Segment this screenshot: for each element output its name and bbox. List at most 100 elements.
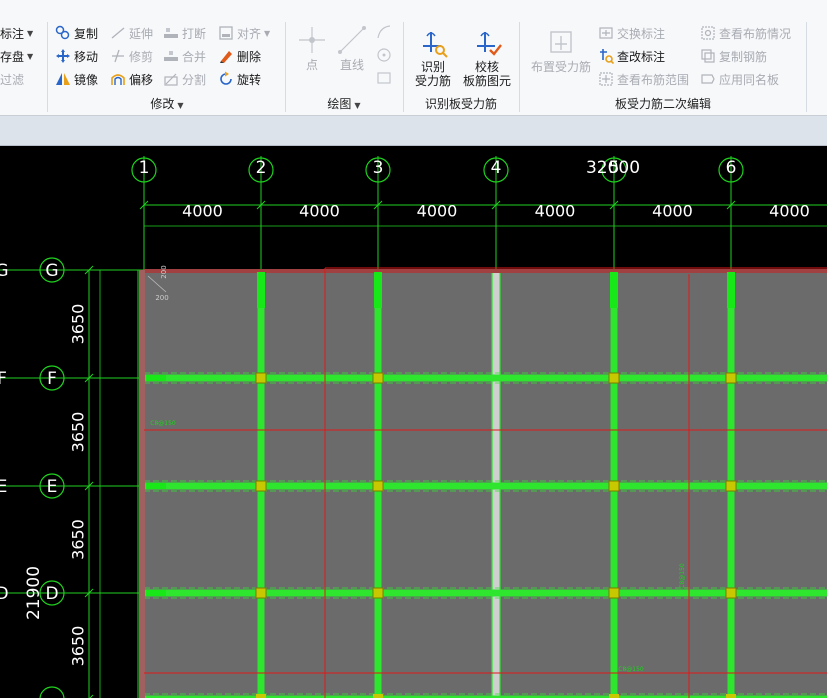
copy-button[interactable]: 复制 [55, 23, 98, 43]
place-rebar-button[interactable]: 布置受力筋 [526, 26, 596, 74]
dimension-label-col: 4000 [652, 202, 693, 221]
column-square [372, 587, 384, 599]
apply-same-icon [701, 74, 715, 84]
trim-label: 修剪 [129, 49, 154, 64]
apply-same-button[interactable]: 应用同名板 [700, 69, 779, 89]
total-width-dimension: 32000 [586, 158, 640, 178]
merge-button[interactable]: 合并 [163, 46, 206, 66]
beam-top-segment [610, 272, 618, 308]
modify-label-text: 修改 [150, 97, 175, 111]
view-range-button[interactable]: 查看布筋范围 [598, 69, 689, 89]
view-rebar-button[interactable]: 查看布筋情况 [700, 23, 791, 43]
align-button[interactable]: 对齐 ▼ [218, 23, 270, 43]
copy-rebar-button[interactable]: 复制钢筋 [700, 46, 767, 66]
axis-label-col: 4 [491, 158, 502, 178]
filter-button[interactable]: 过滤 [0, 69, 24, 89]
modify-group-label[interactable]: 修改 ▼ [50, 95, 284, 112]
dimension-label-col: 4000 [299, 202, 340, 221]
align-label: 对齐 [237, 26, 262, 41]
delete-icon [220, 51, 232, 63]
mirror-button[interactable]: 镜像 [55, 69, 98, 89]
move-icon [56, 49, 70, 63]
column-square [255, 480, 267, 492]
column-square [608, 480, 620, 492]
dimension-label-row: 3650 [69, 519, 88, 560]
column-stub [146, 483, 166, 489]
save-button[interactable]: 存盘 ▼ [0, 46, 33, 66]
ribbon-toolbar: 标注 ▼ 存盘 ▼ 过滤 复制 延伸 打断 对齐 ▼ 移动 修剪 合并 删除 镜… [0, 0, 827, 116]
copy-icon [55, 25, 70, 40]
identify-line2: 受力筋 [414, 74, 451, 88]
column-square [725, 587, 737, 599]
edit-label-icon [600, 49, 614, 64]
beam-row [144, 482, 827, 490]
swap-label-button[interactable]: 交换标注 [598, 23, 665, 43]
apply-same-text: 应用同名板 [719, 72, 780, 87]
secondary-edit-group: 布置受力筋 交换标注 查看布筋情况 查改标注 复制钢筋 查看布筋范围 应用同名板… [520, 18, 806, 116]
view-rebar-icon [701, 26, 715, 40]
column-stub [146, 375, 166, 381]
drawing-canvas[interactable]: 200 200 C8@150 C8@150 C8@150 1 2 3 4 5 6 32000 4000 4… [0, 146, 827, 698]
circle-icon[interactable] [376, 47, 392, 63]
edit-label-button[interactable]: 查改标注 [598, 46, 665, 66]
identify-group-label: 识别板受力筋 [404, 95, 518, 112]
point-label: 点 [305, 58, 318, 72]
merge-label: 合并 [182, 49, 207, 64]
extend-button[interactable]: 延伸 [110, 23, 153, 43]
copy-label: 复制 [74, 26, 99, 41]
align-icon [219, 26, 233, 40]
place-rebar-label: 布置受力筋 [530, 60, 591, 74]
beam-top-segment [727, 272, 735, 308]
axis-label-col: 3 [373, 158, 384, 178]
dimension-label-row: 3650 [69, 626, 88, 667]
filter-label: 过滤 [0, 72, 25, 87]
dimension-label-col: 4000 [769, 202, 810, 221]
axis-label-row-left: G [0, 261, 9, 281]
mirror-label: 镜像 [74, 72, 99, 87]
rectangle-icon[interactable] [376, 70, 392, 86]
rebar-label: C8@150 [150, 420, 176, 427]
left-partial-group: 标注 ▼ 存盘 ▼ 过滤 [0, 18, 46, 116]
chevron-down-icon: ▼ [27, 51, 34, 61]
beam-left-edge [139, 270, 145, 698]
beam-row [144, 589, 827, 597]
column-square [255, 372, 267, 384]
split-label: 分割 [182, 72, 207, 87]
split-button[interactable]: 分割 [163, 69, 206, 89]
draw-group-label[interactable]: 绘图 ▼ [286, 95, 402, 112]
point-button[interactable]: 点 [294, 24, 330, 72]
identify-rebar-button[interactable]: 识别 受力筋 [408, 26, 458, 88]
break-button[interactable]: 打断 [163, 23, 206, 43]
axis-label-row: G [45, 261, 58, 281]
axis-bubble-row [39, 686, 65, 698]
draw-group: 点 直线 绘图 ▼ [286, 18, 402, 116]
rotate-button[interactable]: 旋转 [218, 69, 261, 89]
column-square [608, 372, 620, 384]
line-button[interactable]: 直线 [334, 24, 370, 72]
delete-button[interactable]: 删除 [218, 46, 261, 66]
column-square [372, 480, 384, 492]
trim-icon [112, 49, 124, 63]
axis-label-row: D [45, 584, 58, 604]
offset-label: 偏移 [129, 72, 154, 87]
plan-drawing: 200200C8@150C8@150C8@1501 2 3 4 5 6320004000 4… [0, 156, 827, 698]
identify-group: 识别 受力筋 校核 板筋图元 识别板受力筋 [404, 18, 518, 116]
trim-button[interactable]: 修剪 [110, 46, 153, 66]
offset-button[interactable]: 偏移 [110, 69, 153, 89]
copy-rebar-text: 复制钢筋 [719, 49, 768, 64]
swap-label-text: 交换标注 [617, 26, 666, 41]
edit-label-text: 查改标注 [617, 49, 666, 64]
rotate-icon [220, 71, 232, 85]
group-divider [806, 22, 807, 112]
column-square [609, 694, 619, 698]
offset-icon [111, 74, 125, 85]
column-square [725, 480, 737, 492]
annotate-button[interactable]: 标注 ▼ [0, 23, 33, 43]
column-square [256, 694, 266, 698]
check-rebar-button[interactable]: 校核 板筋图元 [458, 26, 516, 88]
axis-label-row-left: D [0, 584, 9, 604]
chevron-down-icon: ▼ [177, 101, 184, 110]
beam-top-segment [374, 272, 382, 308]
move-button[interactable]: 移动 [55, 46, 98, 66]
arc-icon[interactable] [376, 24, 392, 40]
